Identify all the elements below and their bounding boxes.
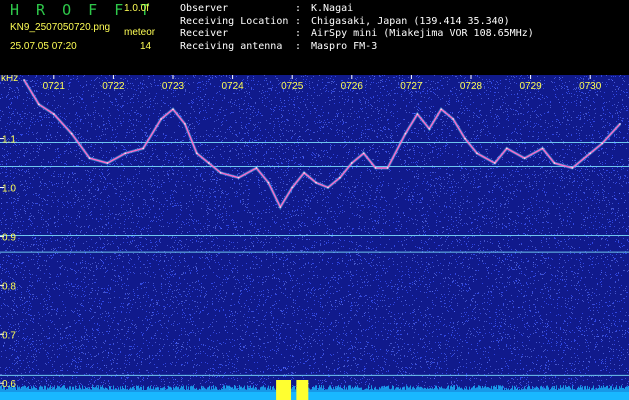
trace-point (207, 162, 210, 164)
trace-point (362, 152, 365, 155)
trace-point (404, 132, 407, 135)
meteor-count: 14 (140, 41, 152, 52)
x-tick-label: 0723 (162, 81, 185, 92)
info-row-location: Receiving Location: Chigasaki, Japan (139… (180, 16, 534, 29)
y-tick-label: 0.6 (2, 379, 16, 390)
file-name: KN9_2507050720.png (10, 22, 111, 33)
y-tick-label: 0.7 (2, 330, 16, 341)
meteor-label: meteor (124, 27, 156, 38)
x-tick-label: 0729 (519, 81, 542, 92)
trace-point (237, 176, 240, 179)
station-info: Observer: K.Nagai Receiving Location: Chig… (180, 3, 534, 53)
trace-point (184, 123, 186, 125)
trace-point (464, 137, 466, 140)
info-colon: : (295, 15, 302, 27)
trace-point (374, 167, 377, 169)
trace-point (589, 152, 592, 155)
meteor-burst (302, 380, 309, 400)
spectrogram-chart: 0721 0722 0723 0724 0725 0726 0727 0728 0729 0730… (0, 75, 629, 400)
trace-point (571, 167, 574, 169)
trace-point (523, 157, 526, 160)
bottom-signal-band (0, 392, 629, 400)
trace-point (38, 103, 40, 106)
trace-point (601, 142, 604, 145)
trace-point (219, 171, 222, 174)
x-tick-label: 0724 (221, 81, 244, 92)
meteor-burst (285, 380, 292, 400)
x-tick-label: 0721 (43, 81, 66, 92)
info-key: Receiving antenna (180, 40, 283, 52)
trace-point (303, 171, 306, 174)
x-tick-label: 0728 (460, 81, 483, 92)
trace-point (350, 162, 353, 164)
trace-point (619, 123, 621, 125)
x-tick-label: 0722 (102, 81, 125, 92)
trace-point (327, 186, 329, 189)
trace-point (315, 181, 317, 184)
trace-point (88, 157, 91, 160)
info-row-receiver: Receiver: AirSpy mini (Miakejima VOR 108.… (180, 28, 534, 41)
trace-point (23, 78, 25, 81)
y-tick-label: 1.0 (2, 184, 16, 195)
info-key: Receiver (180, 28, 229, 39)
trace-point (338, 176, 341, 179)
header-panel: H R O F F T 1.0.0f KN9_2507050720.png 25… (0, 0, 629, 75)
info-colon: : (295, 28, 302, 39)
info-row-observer: Observer: K.Nagai (180, 3, 534, 16)
y-tick-label: 1.1 (2, 135, 16, 146)
info-colon: : (295, 40, 302, 52)
trace-point (386, 167, 389, 169)
info-colon: : (295, 3, 302, 14)
info-value: AirSpy mini (Miakejima VOR 108.65MHz) (311, 28, 534, 39)
info-key: Receiving Location (180, 15, 289, 27)
trace-point (493, 162, 496, 164)
trace-point (195, 152, 198, 155)
trace-point (142, 147, 145, 150)
trace-point (416, 113, 419, 116)
info-key: Observer (180, 3, 229, 14)
trace-point (291, 186, 294, 189)
app-version: 1.0.0f (124, 3, 150, 14)
trace-point (452, 118, 455, 120)
x-tick-label: 0727 (400, 81, 423, 92)
info-value: Maspro FM-3 (311, 40, 378, 52)
trace-point (476, 152, 478, 155)
info-value: Chigasaki, Japan (139.414 35.340) (311, 15, 510, 27)
trace-point (541, 147, 544, 150)
trace-point (124, 152, 127, 155)
trace-point (255, 167, 258, 169)
trace-point (106, 162, 109, 164)
x-tick-label: 0726 (341, 81, 364, 92)
y-tick-label: 0.8 (2, 281, 16, 292)
trace-point (52, 113, 55, 116)
trace-point (505, 147, 508, 150)
trace-point (172, 108, 174, 111)
info-value: K.Nagai (311, 3, 354, 14)
trace-point (553, 162, 556, 164)
trace-point (440, 108, 443, 111)
x-tick-label: 0730 (579, 81, 602, 92)
info-row-antenna: Receiving antenna: Maspro FM-3 (180, 41, 534, 54)
trace-point (267, 181, 270, 184)
y-axis-unit-label: kHz (1, 75, 18, 84)
capture-datetime: 25.07.05 07:20 (10, 41, 77, 52)
trace-point (160, 118, 162, 120)
trace-point (70, 132, 73, 135)
x-tick-label: 0725 (281, 81, 304, 92)
trace-point (279, 206, 282, 208)
y-tick-label: 0.9 (2, 232, 16, 243)
trace-point (428, 127, 431, 130)
